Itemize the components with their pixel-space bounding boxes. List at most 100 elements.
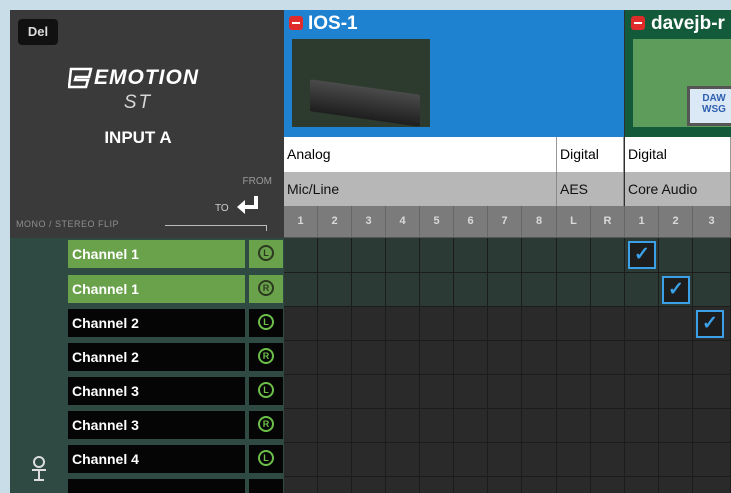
channel-row[interactable]: Channel 1 L (68, 238, 284, 270)
grid-cell[interactable] (454, 477, 488, 493)
grid-cell[interactable] (591, 273, 625, 307)
grid-cell[interactable] (420, 238, 454, 273)
grid-cell[interactable] (420, 273, 454, 307)
channel-row[interactable]: Channel 2 L (68, 307, 284, 339)
channel-label-partial[interactable] (68, 479, 245, 493)
grid-cell[interactable] (625, 477, 659, 493)
grid-cell[interactable] (318, 273, 352, 307)
grid-cell[interactable] (591, 375, 625, 409)
grid-cell[interactable] (386, 307, 420, 341)
grid-cell[interactable] (591, 238, 625, 273)
grid-cell[interactable] (420, 307, 454, 341)
grid-cell[interactable] (693, 273, 731, 307)
grid-cell[interactable] (420, 443, 454, 477)
grid-cell[interactable] (454, 409, 488, 443)
channel-row[interactable]: Channel 2 R (68, 341, 284, 373)
grid-cell[interactable] (522, 307, 557, 341)
grid-cell[interactable] (284, 341, 318, 375)
grid-cell[interactable] (284, 443, 318, 477)
grid-cell[interactable] (591, 477, 625, 493)
grid-cell[interactable] (318, 341, 352, 375)
remove-device-icon[interactable] (289, 16, 303, 30)
grid-cell[interactable] (284, 307, 318, 341)
route-checkmark-icon[interactable]: ✓ (662, 276, 690, 304)
grid-cell[interactable] (693, 238, 731, 273)
grid-cell[interactable] (488, 477, 522, 493)
channel-label[interactable]: Channel 4 (68, 445, 245, 473)
grid-cell[interactable] (352, 409, 386, 443)
grid-cell[interactable] (693, 443, 731, 477)
grid-cell[interactable] (557, 477, 591, 493)
grid-cell[interactable] (625, 273, 659, 307)
grid-cell[interactable] (488, 409, 522, 443)
grid-cell[interactable] (386, 273, 420, 307)
channel-label[interactable]: Channel 2 (68, 309, 245, 337)
grid-cell[interactable] (352, 477, 386, 493)
grid-cell[interactable] (420, 477, 454, 493)
grid-cell[interactable] (625, 443, 659, 477)
grid-cell[interactable] (693, 375, 731, 409)
channel-row[interactable] (68, 477, 284, 493)
side-badge[interactable]: L (249, 309, 283, 337)
grid-cell[interactable] (591, 443, 625, 477)
remove-device-icon[interactable] (631, 16, 645, 30)
grid-cell[interactable] (659, 443, 693, 477)
grid-cell[interactable] (488, 307, 522, 341)
side-badge[interactable]: R (249, 411, 283, 439)
grid-cell[interactable] (557, 375, 591, 409)
grid-cell[interactable] (454, 341, 488, 375)
grid-cell[interactable] (454, 273, 488, 307)
grid-cell[interactable] (659, 477, 693, 493)
grid-cell[interactable] (625, 375, 659, 409)
grid-cell[interactable] (625, 409, 659, 443)
grid-cell[interactable] (693, 341, 731, 375)
grid-cell[interactable] (591, 409, 625, 443)
side-badge[interactable] (249, 479, 283, 493)
channel-label[interactable]: Channel 1 (68, 240, 245, 268)
grid-cell[interactable] (557, 273, 591, 307)
grid-cell[interactable] (284, 477, 318, 493)
grid-cell[interactable] (284, 375, 318, 409)
grid-cell[interactable] (659, 375, 693, 409)
grid-cell[interactable] (591, 341, 625, 375)
route-checkmark-icon[interactable]: ✓ (696, 310, 724, 338)
grid-cell[interactable] (454, 238, 488, 273)
grid-cell[interactable] (659, 409, 693, 443)
channel-label[interactable]: Channel 3 (68, 411, 245, 439)
grid-cell[interactable] (318, 375, 352, 409)
grid-cell[interactable] (318, 443, 352, 477)
grid-cell[interactable] (420, 409, 454, 443)
grid-cell[interactable] (318, 307, 352, 341)
grid-cell[interactable] (522, 443, 557, 477)
grid-cell[interactable] (659, 238, 693, 273)
grid-cell[interactable] (352, 307, 386, 341)
grid-cell[interactable] (693, 477, 731, 493)
grid-cell[interactable] (522, 477, 557, 493)
grid-cell[interactable] (488, 273, 522, 307)
channel-row[interactable]: Channel 3 R (68, 409, 284, 441)
grid-cell[interactable] (284, 273, 318, 307)
grid-cell[interactable] (659, 341, 693, 375)
channel-row[interactable]: Channel 4 L (68, 443, 284, 475)
grid-cell[interactable] (318, 477, 352, 493)
device-header-ios-1[interactable]: IOS-1 (284, 10, 624, 137)
grid-cell[interactable] (557, 443, 591, 477)
grid-cell[interactable] (693, 409, 731, 443)
channel-row[interactable]: Channel 1 R (68, 273, 284, 305)
grid-cell[interactable] (386, 238, 420, 273)
grid-cell[interactable] (488, 238, 522, 273)
grid-cell[interactable] (454, 375, 488, 409)
side-badge[interactable]: R (249, 275, 283, 303)
grid-cell[interactable] (284, 409, 318, 443)
channel-label[interactable]: Channel 3 (68, 377, 245, 405)
delete-button[interactable]: Del (18, 19, 58, 45)
grid-cell[interactable] (352, 273, 386, 307)
grid-cell[interactable] (522, 238, 557, 273)
grid-cell[interactable] (318, 409, 352, 443)
grid-cell[interactable] (522, 409, 557, 443)
side-badge[interactable]: L (249, 445, 283, 473)
side-badge[interactable]: L (249, 240, 283, 268)
grid-cell[interactable] (557, 341, 591, 375)
side-badge[interactable]: L (249, 377, 283, 405)
grid-cell[interactable] (488, 375, 522, 409)
